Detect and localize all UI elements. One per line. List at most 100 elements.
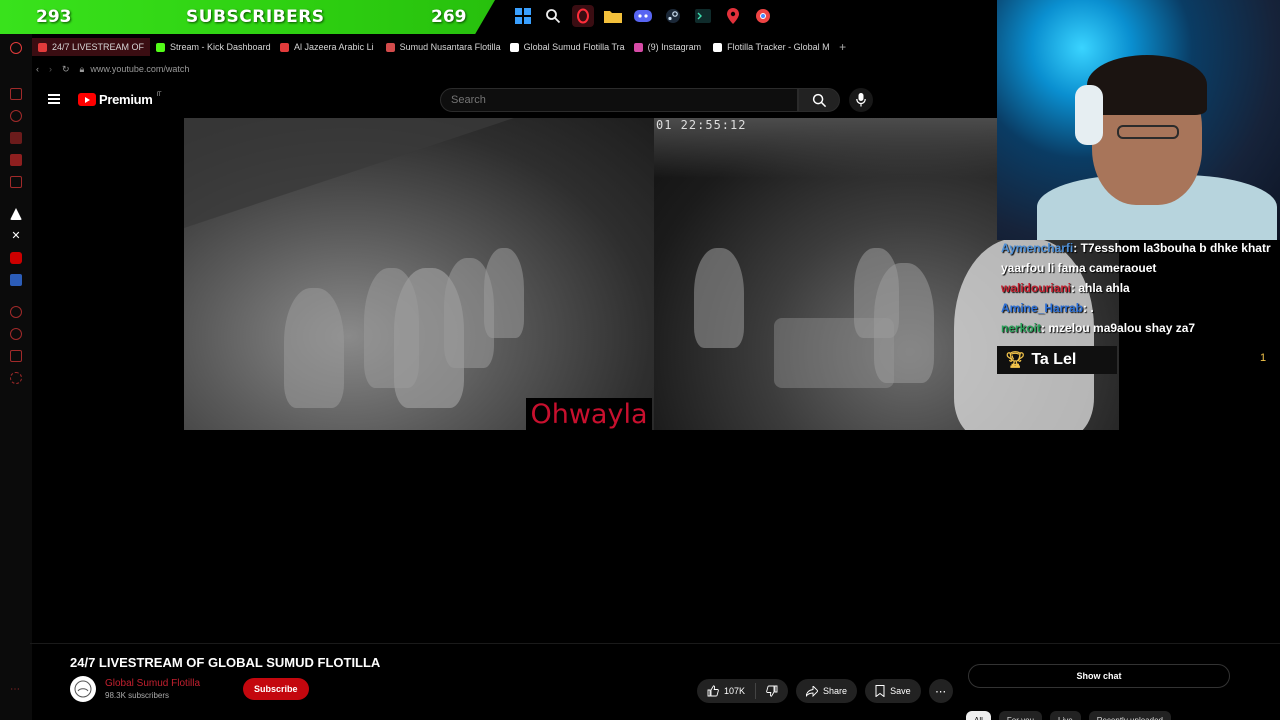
like-button[interactable]: 107K [697,679,755,703]
streamer-watermark: Ohwayla [526,398,652,430]
url-text[interactable]: www.youtube.com/watch [90,64,189,74]
youtube-icon[interactable] [10,252,22,264]
chat-username: Aymencharfi [1001,241,1074,255]
chat-username: walidouriani [1001,281,1072,295]
bag-icon[interactable] [10,132,22,144]
tab-label: Al Jazeera Arabic Li [294,42,374,52]
opera-icon[interactable] [572,5,594,27]
opera-menu-icon[interactable] [10,42,22,54]
thumbs-up-icon [707,685,719,697]
address-bar[interactable]: ‹ › ↻ 🔒︎ www.youtube.com/watch [32,60,1002,78]
tab-label: (9) Instagram [647,42,702,52]
share-button[interactable]: Share [796,679,858,703]
back-icon[interactable]: ‹ [36,64,39,74]
reload-icon[interactable]: ↻ [62,64,70,75]
dislike-button[interactable] [756,679,788,703]
tab-favicon-icon [509,42,519,52]
video-player[interactable]: 01 22:55:12 Ohwayla [184,118,1119,430]
chrome-icon[interactable] [752,5,774,27]
youtube-logo[interactable]: Premium IT [78,92,162,107]
arc-icon[interactable] [10,208,22,220]
browser-tab[interactable]: Al Jazeera Arabic Li [274,38,380,56]
microphone-icon [856,93,866,107]
x-icon[interactable]: ✕ [10,230,22,242]
hamburger-menu-icon[interactable] [48,94,60,104]
chat-message: nerkoit: mzelou ma9alou shay za7 [997,318,1280,338]
channel-name[interactable]: Global Sumud Flotilla [105,678,200,689]
browser-tab[interactable]: (9) Instagram [628,38,708,56]
circle-icon[interactable] [10,306,22,318]
voice-search-button[interactable] [849,88,873,112]
filter-chip[interactable]: For you [998,711,1043,720]
tab-label: Global Sumud Flotilla Tra [523,42,625,52]
subscriber-count: 293 [36,7,72,27]
glasses [1117,125,1179,139]
terminal-icon[interactable] [692,5,714,27]
channel-avatar[interactable] [70,676,96,702]
screen: 293 SUBSCRIBERS 269 ✕ ⋯ 24/7 LIVESTREAM … [0,0,1280,720]
search-box[interactable] [440,88,798,112]
like-dislike-group: 107K [697,679,789,703]
video-title: 24/7 LIVESTREAM OF GLOBAL SUMUD FLOTILLA [70,655,381,670]
clock-icon[interactable] [10,328,22,340]
folder-icon[interactable] [602,5,624,27]
filter-chip[interactable]: All [966,711,991,720]
show-chat-button[interactable]: Show chat [968,664,1230,688]
tab-favicon-icon [280,42,290,52]
streamer-webcam [997,0,1280,240]
filter-chip[interactable]: Live [1050,711,1081,720]
chat-username: nerkoit [1001,321,1042,335]
cube-icon[interactable] [10,350,22,362]
browser-tab[interactable]: Stream - Kick Dashboard [150,38,274,56]
thumbs-down-icon [766,685,778,697]
filter-chip[interactable]: Recently uploaded [1088,711,1171,720]
discord-icon[interactable] [632,5,654,27]
messenger-icon[interactable] [10,176,22,188]
ellipsis-icon: ⋯ [935,685,947,698]
chat-message: Amine_Harrab: . [997,298,1280,318]
steam-icon[interactable] [662,5,684,27]
new-tab-button[interactable]: + [839,40,846,54]
browser-sidebar: ✕ ⋯ [0,34,32,720]
mail-icon[interactable] [10,88,22,100]
more-actions-button[interactable]: ⋯ [928,679,953,703]
save-label: Save [890,686,911,696]
save-button[interactable]: Save [865,679,921,703]
youtube-play-icon [78,93,96,106]
settings-icon[interactable] [10,372,22,384]
chat-username: Amine_Harrab [1001,301,1084,315]
browser-tab[interactable]: Flotilla Tracker - Global M [707,38,831,56]
share-label: Share [823,686,848,696]
chat-text: : ahla ahla [1071,281,1130,295]
taskbar [512,5,774,27]
browser-tab[interactable]: 24/7 LIVESTREAM OF [32,38,151,56]
browser-tab[interactable]: Sumud Nusantara Flotilla [380,38,504,56]
shield-icon[interactable] [10,274,22,286]
search-icon [812,93,826,107]
headphones-icon [1075,85,1103,145]
subscriber-goal-bar: 293 SUBSCRIBERS 269 [0,0,495,34]
tab-favicon-icon [38,42,47,52]
refresh-icon[interactable] [10,110,22,122]
tab-favicon-icon [156,42,166,52]
top-chatter-rank: 1 [1260,352,1267,364]
search-input[interactable] [441,89,797,111]
top-chatter-name: Ta Lel [1031,351,1077,368]
camera-timestamp: 01 22:55:12 [656,118,747,132]
tab-label: Sumud Nusantara Flotilla [399,42,501,52]
webcam-person-hair [1087,55,1207,115]
subscribe-button[interactable]: Subscribe [243,678,309,700]
tab-strip: 24/7 LIVESTREAM OF Stream - Kick Dashboar… [32,38,1002,56]
search-icon[interactable] [542,5,564,27]
forward-icon[interactable]: › [49,64,52,74]
lock-icon: 🔒︎ [79,63,85,74]
tab-label: 24/7 LIVESTREAM OF [52,42,145,52]
windows-icon[interactable] [512,5,534,27]
search-button[interactable] [798,88,840,112]
tv-icon[interactable] [10,154,22,166]
browser-tab[interactable]: Global Sumud Flotilla Tra [504,38,628,56]
more-icon[interactable]: ⋯ [10,684,22,696]
subscriber-label: SUBSCRIBERS [186,7,325,27]
maps-icon[interactable] [722,5,744,27]
bookmark-icon [875,685,885,697]
